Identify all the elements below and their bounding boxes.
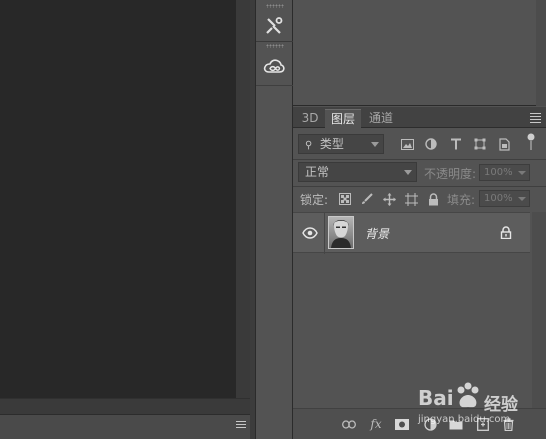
tools-icon[interactable]	[258, 10, 290, 42]
blend-mode-value: 正常	[305, 165, 330, 179]
type-filter-icon[interactable]	[448, 136, 464, 152]
opacity-value: 100%	[484, 167, 513, 178]
mask-icon[interactable]	[394, 416, 410, 432]
separator	[293, 159, 546, 160]
panel-scrollbar[interactable]	[536, 0, 546, 106]
shape-filter-icon[interactable]	[472, 136, 488, 152]
fill-value: 100%	[484, 193, 513, 204]
horizontal-scrollbar[interactable]	[0, 398, 250, 414]
separator	[293, 186, 546, 187]
layers-panel: 3D 图层 通道 ⚲ 类型 正常 不透明度: 100% 锁定: 填充: 100%…	[293, 107, 546, 439]
opacity-label: 不透明度:	[424, 167, 477, 181]
opacity-field[interactable]: 100%	[479, 164, 530, 181]
upper-panel	[293, 0, 546, 106]
status-bar	[0, 414, 250, 439]
dock-grip[interactable]	[266, 4, 284, 8]
chevron-down-icon	[518, 171, 526, 175]
layer-row[interactable]: 背景	[293, 212, 530, 254]
layers-scrollbar[interactable]	[532, 212, 546, 408]
layer-name[interactable]: 背景	[365, 225, 389, 242]
tab-channels[interactable]: 通道	[364, 109, 398, 128]
filter-kind-label: 类型	[319, 137, 344, 151]
panel-dock	[255, 0, 294, 439]
fill-field[interactable]: 100%	[479, 190, 530, 207]
adjustment-filter-icon[interactable]	[423, 136, 439, 152]
tab-3d[interactable]: 3D	[297, 109, 323, 128]
dock-grip[interactable]	[266, 44, 284, 48]
layer-thumbnail[interactable]	[328, 216, 354, 249]
layer-divider	[324, 213, 325, 254]
lock-position-icon[interactable]	[381, 191, 397, 207]
layers-footer: fx	[293, 408, 546, 439]
search-icon: ⚲	[305, 140, 313, 151]
panel-menu-icon[interactable]	[530, 113, 541, 125]
lock-image-pixels-icon[interactable]	[359, 191, 375, 207]
lock-artboard-icon[interactable]	[403, 191, 419, 207]
folder-icon[interactable]	[448, 416, 464, 432]
lock-row: 锁定: 填充: 100%	[293, 189, 546, 209]
new-layer-icon[interactable]	[475, 416, 491, 432]
chevron-down-icon	[371, 142, 379, 147]
filter-row: ⚲ 类型	[293, 133, 546, 156]
lock-transparent-pixels-icon[interactable]	[337, 191, 353, 207]
fx-icon[interactable]: fx	[368, 416, 384, 432]
dock-separator	[256, 85, 294, 86]
fill-label: 填充:	[447, 193, 476, 207]
creative-cloud-icon[interactable]	[258, 50, 290, 82]
link-icon[interactable]	[341, 416, 357, 432]
lock-icon	[500, 226, 514, 240]
smart-object-filter-icon[interactable]	[496, 136, 512, 152]
trash-icon[interactable]	[500, 416, 516, 432]
dock-separator	[256, 41, 294, 42]
lock-label: 锁定:	[300, 193, 329, 207]
chevron-down-icon	[518, 197, 526, 201]
filter-kind-dropdown[interactable]: ⚲ 类型	[298, 134, 384, 154]
menu-icon[interactable]	[236, 421, 246, 431]
eye-icon[interactable]	[302, 226, 318, 240]
vertical-scrollbar[interactable]	[236, 0, 250, 398]
canvas-area[interactable]	[0, 0, 236, 398]
image-filter-icon[interactable]	[399, 136, 415, 152]
adjustment-icon[interactable]	[422, 416, 438, 432]
panel-tabbar: 3D 图层 通道	[293, 107, 546, 128]
blend-row: 正常 不透明度: 100%	[293, 162, 546, 184]
blend-mode-dropdown[interactable]: 正常	[298, 162, 417, 182]
tab-layers[interactable]: 图层	[325, 109, 361, 128]
filter-toggle-icon[interactable]	[523, 133, 539, 150]
lock-all-icon[interactable]	[425, 191, 441, 207]
chevron-down-icon	[404, 170, 412, 175]
